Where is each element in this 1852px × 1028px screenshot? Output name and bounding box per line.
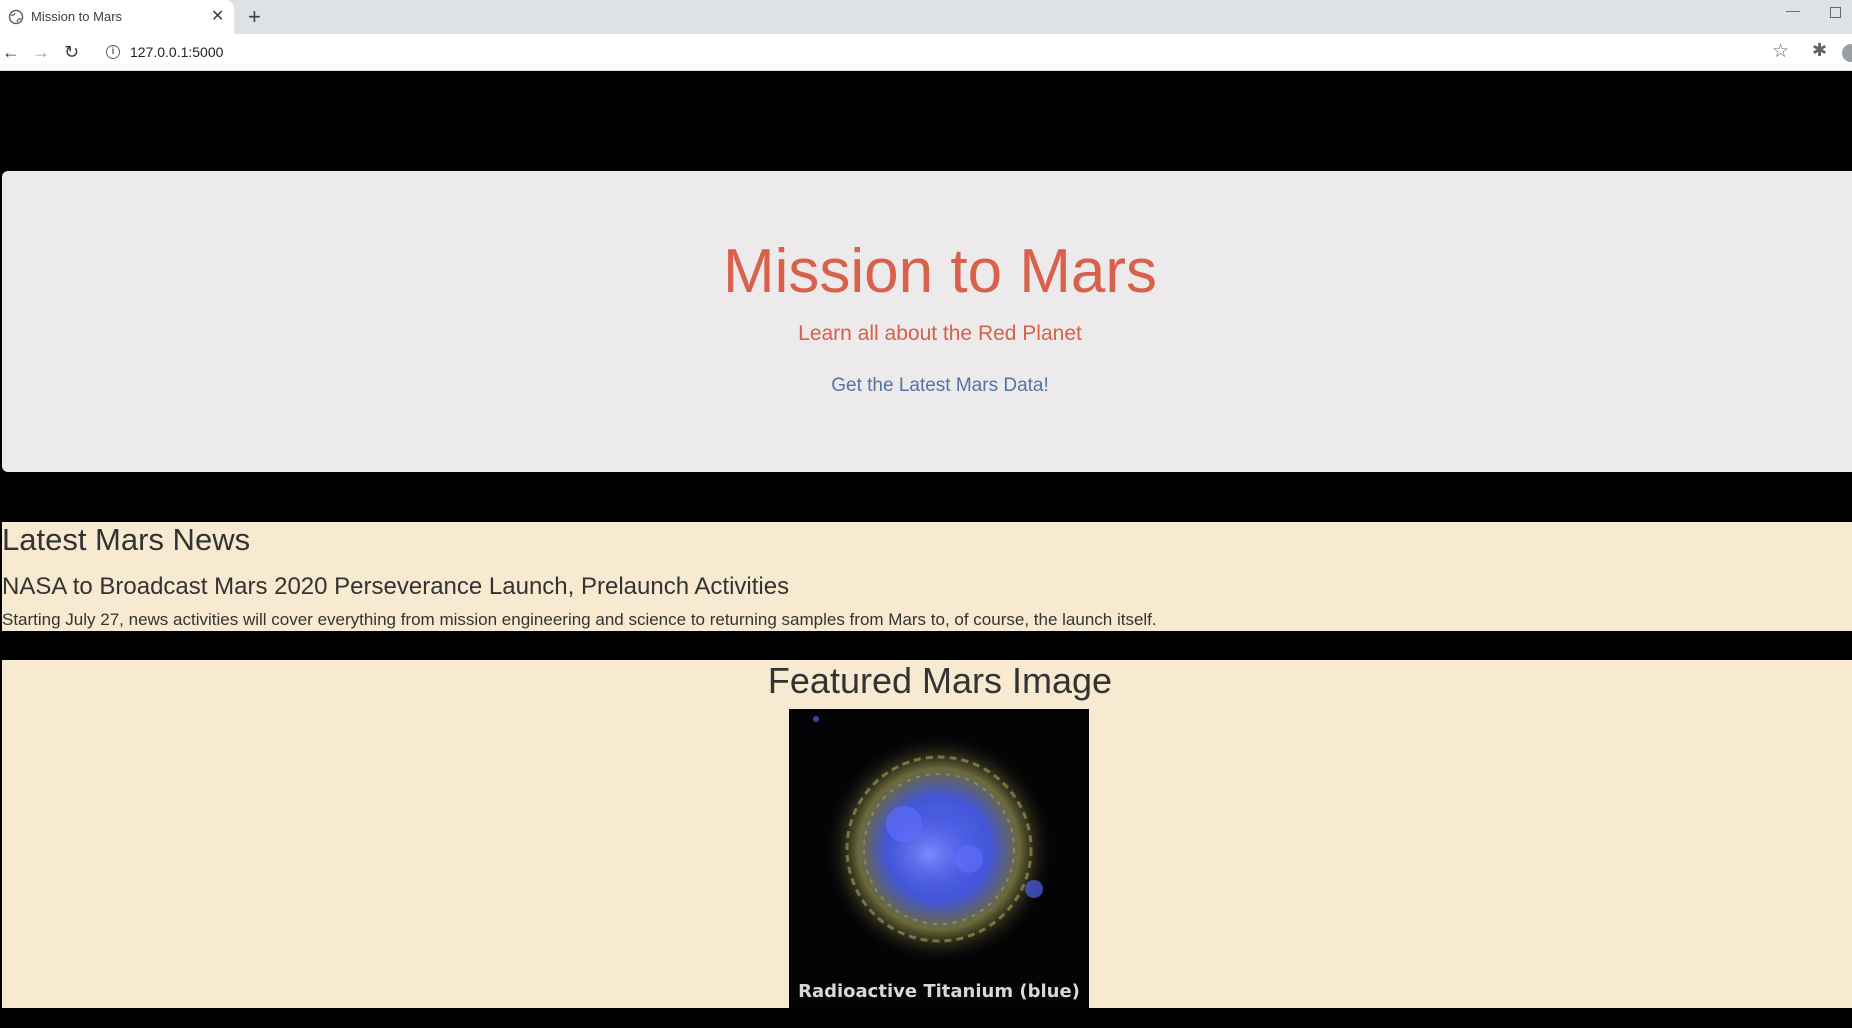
page-title: Mission to Mars [722,237,1158,306]
address-bar[interactable]: 127.0.0.1:5000 [130,44,223,60]
news-teaser: Starting July 27, news activities will c… [2,610,1157,629]
featured-image[interactable]: Radioactive Titanium (blue) [789,709,1089,1008]
news-section: Latest Mars News NASA to Broadcast Mars … [2,522,1852,631]
back-arrow-icon[interactable]: ← [2,41,20,63]
page-subtitle: Learn all about the Red Planet [798,322,1082,345]
news-heading: Latest Mars News [2,522,251,557]
featured-heading: Featured Mars Image [767,660,1113,701]
info-icon[interactable]: i [106,45,120,59]
tab-title: Mission to Mars [31,9,123,24]
globe-icon [8,9,24,25]
news-title[interactable]: NASA to Broadcast Mars 2020 Perseverance… [2,573,789,601]
extensions-icon[interactable]: ✱ [1812,40,1827,61]
scrape-button[interactable]: Get the Latest Mars Data! [2,375,1852,397]
new-tab-icon[interactable]: + [248,5,261,29]
browser-tab[interactable]: Mission to Mars ✕ [0,0,234,34]
jumbotron: Mission to Mars Learn all about the Red … [2,171,1852,472]
supernova-image [813,716,1054,964]
featured-image-section: Featured Mars Image Radioactive Titanium… [2,660,1852,1008]
browser-tab-strip: Mission to Mars ✕ + — [0,0,1852,34]
restore-icon[interactable] [1830,7,1841,18]
close-icon[interactable]: ✕ [211,8,224,26]
page-body: Mission to Mars Learn all about the Red … [0,71,1852,1028]
reload-icon[interactable]: ↻ [64,41,79,63]
minimize-icon[interactable]: — [1786,2,1800,18]
image-caption: Radioactive Titanium (blue) [798,981,1080,1002]
forward-arrow-icon[interactable]: → [32,41,50,63]
bookmark-star-icon[interactable]: ☆ [1772,40,1789,63]
browser-toolbar: ← → ↻ i 127.0.0.1:5000 ☆ ✱ [0,34,1852,71]
